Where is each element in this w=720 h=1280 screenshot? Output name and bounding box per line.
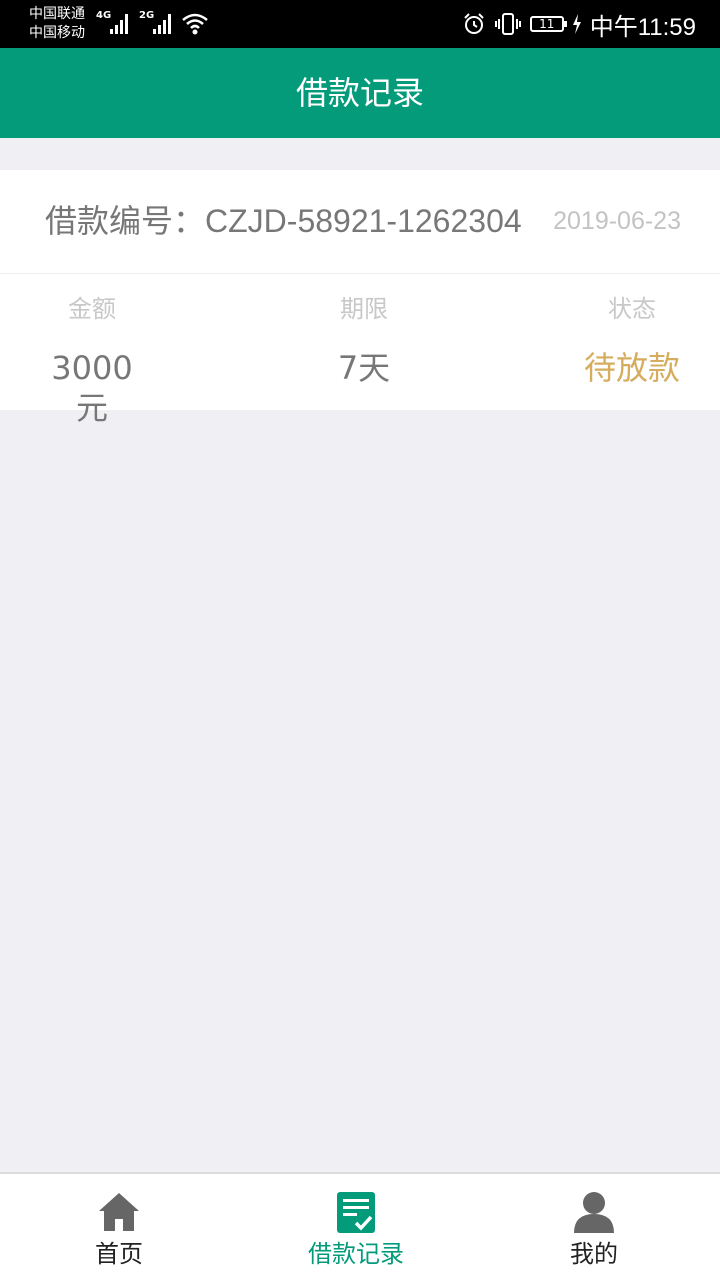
amount-value: 3000元 [51, 349, 133, 427]
amount-label: 金额 [68, 295, 116, 323]
tab-home-label: 首页 [95, 1240, 143, 1268]
loan-record-card[interactable]: 借款编号：CZJD-58921-1262304 2019-06-23 金额 30… [0, 170, 720, 427]
loan-date: 2019-06-23 [553, 207, 681, 235]
status-column: 状态 待放款 [580, 273, 684, 388]
loan-number-label: 借款编号： [45, 202, 206, 240]
network-type-2: 2G [139, 10, 155, 21]
wifi-icon [182, 13, 208, 35]
tab-mine[interactable]: 我的 [494, 1174, 694, 1280]
tab-home[interactable]: 首页 [19, 1174, 219, 1280]
term-label: 期限 [340, 295, 388, 323]
loan-number-row: 借款编号：CZJD-58921-1262304 2019-06-23 [0, 170, 720, 274]
clock: 中午11:59 [589, 13, 696, 41]
carrier-1: 中国联通 [29, 6, 85, 22]
page-title: 借款记录 [295, 74, 424, 112]
app-header: 借款记录 [0, 48, 720, 138]
amount-column: 金额 3000元 [38, 273, 146, 428]
bottom-tab-bar: 首页 借款记录 我的 [0, 1172, 720, 1280]
user-icon [574, 1192, 614, 1233]
home-icon [99, 1193, 139, 1231]
status-label: 状态 [608, 295, 656, 323]
term-column: 期限 7天 [300, 273, 428, 388]
network-type-1: 4G [96, 10, 112, 21]
vibrate-icon [494, 13, 521, 35]
status-value: 待放款 [583, 349, 680, 387]
status-bar: 中国联通 中国移动 4G 2G 11 中午11:59 [0, 0, 720, 48]
tab-mine-label: 我的 [570, 1240, 618, 1268]
loan-number: 借款编号：CZJD-58921-1262304 [45, 201, 522, 241]
battery-icon: 11 [529, 16, 567, 32]
tab-loan-records[interactable]: 借款记录 [256, 1174, 456, 1280]
carrier-names: 中国联通 中国移动 [29, 5, 85, 43]
charging-icon [572, 14, 581, 34]
alarm-icon [464, 13, 484, 34]
record-icon [337, 1192, 375, 1233]
carrier-2: 中国移动 [29, 25, 85, 41]
term-value: 7天 [337, 349, 391, 387]
loan-number-value: CZJD-58921-1262304 [205, 203, 522, 239]
tab-loan-records-label: 借款记录 [308, 1240, 404, 1268]
